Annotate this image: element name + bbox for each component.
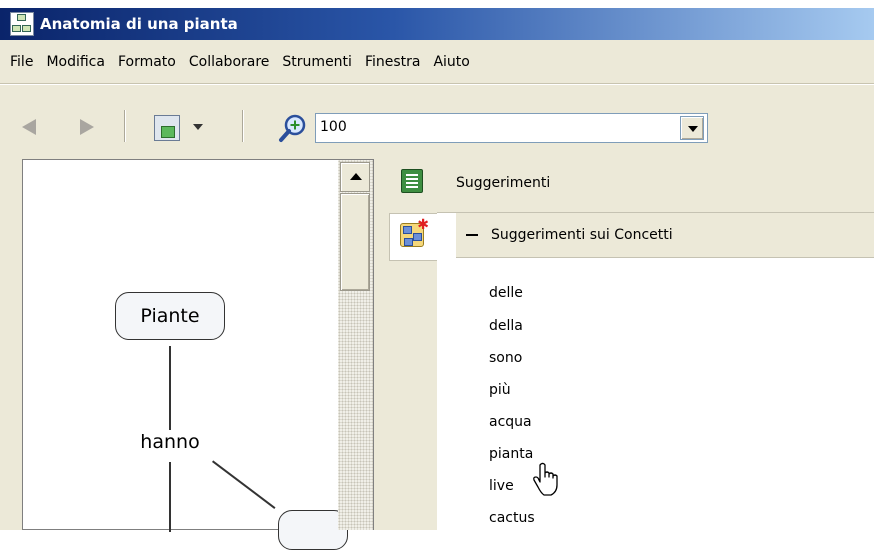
chevron-down-icon <box>688 126 698 132</box>
zoom-dropdown-button[interactable] <box>680 116 704 140</box>
scrollbar-thumb[interactable] <box>340 193 370 291</box>
hand-cursor-icon <box>533 462 558 496</box>
app-icon <box>10 12 34 36</box>
suggestion-word[interactable]: cactus <box>489 510 535 526</box>
concept-node[interactable]: Piante <box>115 292 225 340</box>
connector-line <box>169 462 171 532</box>
zoom-in-icon[interactable] <box>278 113 308 143</box>
book-icon[interactable] <box>401 169 423 193</box>
toolbar-separator <box>124 110 126 142</box>
panel-indent <box>437 213 456 530</box>
view-icon[interactable] <box>154 115 180 141</box>
window-title: Anatomia di una pianta <box>40 15 238 33</box>
zoom-field[interactable]: 100 <box>315 113 708 143</box>
toolbar-separator <box>242 110 244 142</box>
menu-strumenti[interactable]: Strumenti <box>272 54 352 70</box>
menu-bar: File Modifica Formato Collaborare Strume… <box>0 40 874 84</box>
chevron-down-icon[interactable] <box>193 124 203 130</box>
menu-modifica[interactable]: Modifica <box>36 54 105 70</box>
suggestions-title: Suggerimenti <box>437 159 874 213</box>
link-phrase[interactable]: hanno <box>128 431 212 453</box>
arrow-up-icon <box>350 173 362 180</box>
back-arrow-icon[interactable] <box>22 119 36 135</box>
suggestion-word[interactable]: sono <box>489 350 522 366</box>
menu-aiuto[interactable]: Aiuto <box>423 54 469 70</box>
menu-formato[interactable]: Formato <box>108 54 176 70</box>
menu-file[interactable]: File <box>0 54 33 70</box>
concept-map-canvas[interactable] <box>22 159 374 530</box>
menu-finestra[interactable]: Finestra <box>355 54 421 70</box>
concept-suggestions-header[interactable]: Suggerimenti sui Concetti <box>456 213 874 258</box>
forward-arrow-icon[interactable] <box>80 119 94 135</box>
scroll-up-button[interactable] <box>340 162 370 192</box>
suggestion-word[interactable]: della <box>489 318 523 334</box>
suggestion-word[interactable]: live <box>489 478 514 494</box>
concept-suggestions-title: Suggerimenti sui Concetti <box>491 227 673 243</box>
connector-line <box>169 346 171 430</box>
suggestion-word[interactable]: più <box>489 382 511 398</box>
suggestion-word[interactable]: pianta <box>489 446 533 462</box>
title-bar: Anatomia di una pianta <box>0 8 874 40</box>
suggestions-icon: ✱ <box>400 217 429 247</box>
collapse-icon[interactable] <box>466 234 478 236</box>
suggestion-word[interactable]: delle <box>489 285 523 301</box>
menu-collaborare[interactable]: Collaborare <box>179 54 270 70</box>
suggestion-word[interactable]: acqua <box>489 414 532 430</box>
